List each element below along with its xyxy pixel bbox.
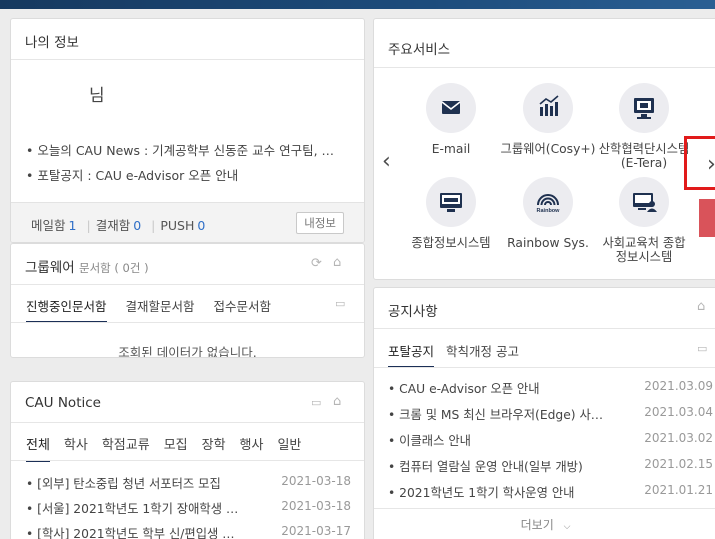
list-item[interactable]: • [서울] 2021학년도 1학기 장애학생 … 2021-03-18 xyxy=(26,499,351,517)
expand-icon[interactable]: ▭ xyxy=(335,298,345,309)
list-item[interactable]: • 이클래스 안내 2021.03.02 xyxy=(388,431,713,449)
presenter-monitor-icon xyxy=(619,177,669,227)
service-integrated-info[interactable]: 종합정보시스템 xyxy=(397,177,505,250)
portal-notice-link[interactable]: • 포탈공지 : CAU e-Advisor 오픈 안내 xyxy=(26,165,238,184)
push-count: 0 xyxy=(197,218,206,233)
push-link[interactable]: PUSH 0 xyxy=(160,218,210,233)
tab-portal-notice[interactable]: 포탈공지 xyxy=(388,344,435,368)
mail-icon xyxy=(426,83,476,133)
my-info-title: 나의 정보 xyxy=(25,35,79,51)
tab-academic[interactable]: 학사 xyxy=(64,438,88,453)
cau-notice-title: CAU Notice xyxy=(25,395,101,411)
my-info-panel: 나의 정보 님 • 오늘의 CAU News : 기계공학부 신동준 교수 연구… xyxy=(10,18,365,243)
mail-box-link[interactable]: 메일함 1 xyxy=(31,218,81,233)
service-rainbow[interactable]: Rainbow Rainbow Sys. xyxy=(494,177,602,250)
expand-icon[interactable]: ▭ xyxy=(697,343,707,354)
side-quick-tab[interactable] xyxy=(699,199,715,237)
top-banner xyxy=(0,0,715,9)
home-icon[interactable]: ⌂ xyxy=(333,395,341,408)
refresh-icon[interactable]: ⟳ xyxy=(311,257,322,270)
my-info-button[interactable]: 내정보 xyxy=(296,212,344,234)
book-monitor-icon xyxy=(619,83,669,133)
list-item[interactable]: • 컴퓨터 열람실 운영 안내(일부 개방) 2021.02.15 xyxy=(388,457,713,475)
chevron-left-icon[interactable]: ‹ xyxy=(382,149,391,174)
expand-icon[interactable]: ▭ xyxy=(311,397,321,408)
approval-count: 0 xyxy=(133,218,142,233)
monitor-icon xyxy=(426,177,476,227)
groupware-doc-count: 문서함 ( 0건 ) xyxy=(78,261,149,275)
home-icon[interactable]: ⌂ xyxy=(697,300,705,313)
service-social-edu[interactable]: 사회교육처 종합 정보시스템 xyxy=(590,177,698,264)
chart-icon xyxy=(523,83,573,133)
my-info-footer: 메일함 1 | 결재함 0 | PUSH 0 내정보 xyxy=(11,202,364,242)
main-services-title: 주요서비스 xyxy=(388,42,451,58)
chevron-down-icon: ⌵ xyxy=(563,522,571,532)
tab-general[interactable]: 일반 xyxy=(277,438,301,453)
groupware-title: 그룹웨어 문서함 ( 0건 ) xyxy=(25,260,149,276)
list-item[interactable]: • 2021학년도 1학기 학사운영 안내 2021.01.21 xyxy=(388,483,713,501)
list-item[interactable]: • CAU e-Advisor 오픈 안내 2021.03.09 xyxy=(388,379,713,397)
main-services-panel: 주요서비스 ‹ › E-mail 그룹웨어(Cosy+) 산학협력단시스템 (E… xyxy=(373,18,715,280)
highlight-box xyxy=(684,136,715,190)
service-email[interactable]: E-mail xyxy=(397,83,505,156)
svg-text:Rainbow: Rainbow xyxy=(537,208,561,214)
mail-count: 1 xyxy=(68,218,77,233)
announcements-panel: 공지사항 ⌂ 포탈공지 학칙개정 공고 ▭ • CAU e-Advisor 오픈 … xyxy=(373,287,715,539)
groupware-empty-message: 조회된 데이터가 없습니다. xyxy=(118,345,257,358)
tab-received-docs[interactable]: 접수문서함 xyxy=(214,299,272,321)
tab-approve-docs[interactable]: 결재할문서함 xyxy=(126,299,195,321)
home-icon[interactable]: ⌂ xyxy=(333,256,341,269)
list-item[interactable]: • [학사] 2021학년도 학부 신/편입생 … 2021-03-17 xyxy=(26,524,351,539)
tab-rule-revision[interactable]: 학칙개정 공고 xyxy=(446,344,519,359)
user-name: 님 xyxy=(89,86,105,106)
rainbow-icon: Rainbow xyxy=(523,177,573,227)
list-item[interactable]: • 크롬 및 MS 최신 브라우저(Edge) 사… 2021.03.04 xyxy=(388,405,713,423)
tab-event[interactable]: 행사 xyxy=(240,438,264,453)
tab-recruit[interactable]: 모집 xyxy=(164,438,188,453)
announcements-title: 공지사항 xyxy=(388,304,438,320)
approval-box-link[interactable]: 결재함 0 xyxy=(96,218,146,233)
cau-notice-panel: CAU Notice ▭ ⌂ 전체 학사 학점교류 모집 장학 행사 일반 • [외부] 탄… xyxy=(10,381,365,539)
groupware-panel: 그룹웨어 문서함 ( 0건 ) ⟳ ⌂ 진행중인문서함 결재할문서함 접수문서함 ▭… xyxy=(10,243,365,358)
tab-credit-exchange[interactable]: 학점교류 xyxy=(102,438,150,453)
list-item[interactable]: • [외부] 탄소중립 청년 서포터즈 모집 2021-03-18 xyxy=(26,474,351,492)
tab-all[interactable]: 전체 xyxy=(26,438,50,462)
tab-scholarship[interactable]: 장학 xyxy=(202,438,226,453)
more-button[interactable]: 더보기 ⌵ xyxy=(374,516,715,533)
tab-in-progress-docs[interactable]: 진행중인문서함 xyxy=(26,299,107,323)
cau-news-link[interactable]: • 오늘의 CAU News : 기계공학부 신동준 교수 연구팀, … xyxy=(26,140,334,159)
